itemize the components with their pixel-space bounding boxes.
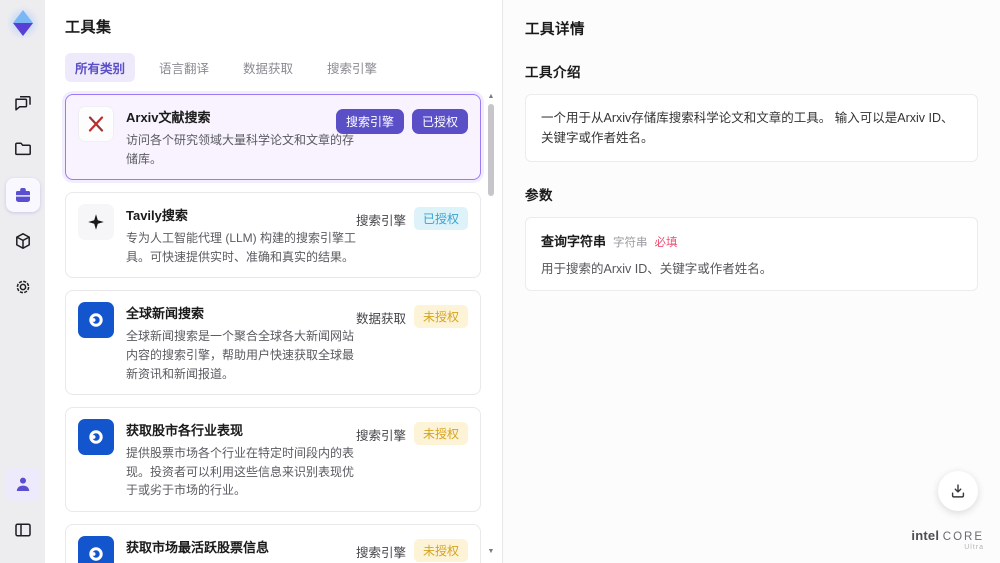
tool-description: 访问各个研究领域大量科学论文和文章的存储库。 [126,133,355,166]
category-tabs: 所有类别 语言翻译 数据获取 搜索引擎 [65,53,502,82]
tool-name: Arxiv文献搜索 [126,110,211,125]
tool-card-list: Arxiv文献搜索 访问各个研究领域大量科学论文和文章的存储库。 搜索引擎 已授… [65,94,481,563]
status-badge: 已授权 [411,109,468,134]
tool-description: 专为人工智能代理 (LLM) 构建的搜索引擎工具。可快速提供实时、准确和真实的结… [126,231,357,264]
app-window: 工具集 所有类别 语言翻译 数据获取 搜索引擎 Arxiv文献搜索 访问各个研究… [0,0,1000,563]
tool-description: 提供股票市场各个行业在特定时间段内的表现。投资者可以利用这些信息来识别表现优于或… [126,446,355,498]
tab-data-fetch[interactable]: 数据获取 [233,53,303,82]
tool-card-global-news[interactable]: 全球新闻搜索 全球新闻搜索是一个聚合全球各大新闻网站内容的搜索引擎，帮助用户快速… [65,290,481,396]
intro-box: 一个用于从Arxiv存储库搜索科学论文和文章的工具。 输入可以是Arxiv ID… [525,94,978,162]
chat-icon[interactable] [6,86,40,120]
category-badge: 搜索引擎 [335,109,404,134]
user-icon[interactable] [5,467,40,501]
news-globe-icon [78,535,114,563]
tool-name: 获取股市各行业表现 [126,423,244,439]
tab-all-categories[interactable]: 所有类别 [65,53,136,82]
intro-heading: 工具介绍 [525,65,581,80]
page-title: 工具集 [65,19,112,36]
status-badge: 未授权 [413,422,468,446]
brand-core-text: CORE [942,531,984,543]
tool-name: Tavily搜索 [126,208,188,224]
tab-language-translation[interactable]: 语言翻译 [149,53,219,82]
tool-card-most-active-stocks[interactable]: 获取市场最活跃股票信息 提供当天交易量最高的股票列表。投资者可以利用这些信息来识… [65,523,481,563]
tool-name: 全球新闻搜索 [126,306,205,322]
scroll-up-arrow[interactable]: ▲ [486,92,496,102]
panel-toggle-icon[interactable] [6,513,40,547]
intro-text: 一个用于从Arxiv存储库搜索科学论文和文章的工具。 输入可以是Arxiv ID… [541,111,954,145]
scrollbar-thumb[interactable] [488,104,494,196]
status-badge: 未授权 [413,305,468,329]
news-globe-icon [78,302,114,339]
brand-sub-text: Ultra [964,544,984,551]
brand-intel-text: intel [911,528,940,543]
category-label: 搜索引擎 [355,545,406,560]
list-scrollbar[interactable]: ▲ ▼ [486,92,496,557]
app-logo-icon[interactable] [5,6,40,40]
arxiv-logo-icon [78,106,114,142]
detail-title: 工具详情 [525,22,585,38]
param-box: 查询字符串 字符串 必填 用于搜索的Arxiv ID、关键字或作者姓名。 [525,217,978,291]
gear-icon[interactable] [6,270,40,304]
params-heading: 参数 [525,188,553,203]
param-description: 用于搜索的Arxiv ID、关键字或作者姓名。 [541,262,773,276]
cube-icon[interactable] [6,224,40,258]
tool-card-arxiv[interactable]: Arxiv文献搜索 访问各个研究领域大量科学论文和文章的存储库。 搜索引擎 已授… [65,94,481,181]
icon-rail [0,0,45,563]
status-badge: 未授权 [413,538,468,562]
tavily-star-icon [78,204,114,241]
download-button[interactable] [938,471,978,511]
param-required-label: 必填 [654,237,678,249]
tool-card-sector-performance[interactable]: 获取股市各行业表现 提供股票市场各个行业在特定时间段内的表现。投资者可以利用这些… [65,407,481,512]
download-icon [951,484,965,498]
category-label: 搜索引擎 [355,429,406,444]
tool-list-panel: 工具集 所有类别 语言翻译 数据获取 搜索引擎 Arxiv文献搜索 访问各个研究… [45,0,502,563]
param-name: 查询字符串 [541,234,607,249]
category-label: 搜索引擎 [355,214,406,229]
tab-search-engine[interactable]: 搜索引擎 [317,53,387,82]
folder-icon[interactable] [6,132,40,166]
news-globe-icon [78,419,114,456]
toolbox-icon[interactable] [5,178,40,212]
tool-description: 全球新闻搜索是一个聚合全球各大新闻网站内容的搜索引擎，帮助用户快速获取全球最新资… [126,329,355,381]
intel-core-logo: intel CORE Ultra [911,528,984,551]
status-badge: 已授权 [413,207,468,231]
tool-name: 获取市场最活跃股票信息 [126,539,270,555]
category-label: 数据获取 [355,312,406,327]
param-type: 字符串 [613,237,648,249]
tool-card-tavily[interactable]: Tavily搜索 专为人工智能代理 (LLM) 构建的搜索引擎工具。可快速提供实… [65,192,481,279]
scroll-down-arrow[interactable]: ▼ [486,547,496,557]
tool-detail-panel: 工具详情 工具介绍 一个用于从Arxiv存储库搜索科学论文和文章的工具。 输入可… [502,0,1000,563]
